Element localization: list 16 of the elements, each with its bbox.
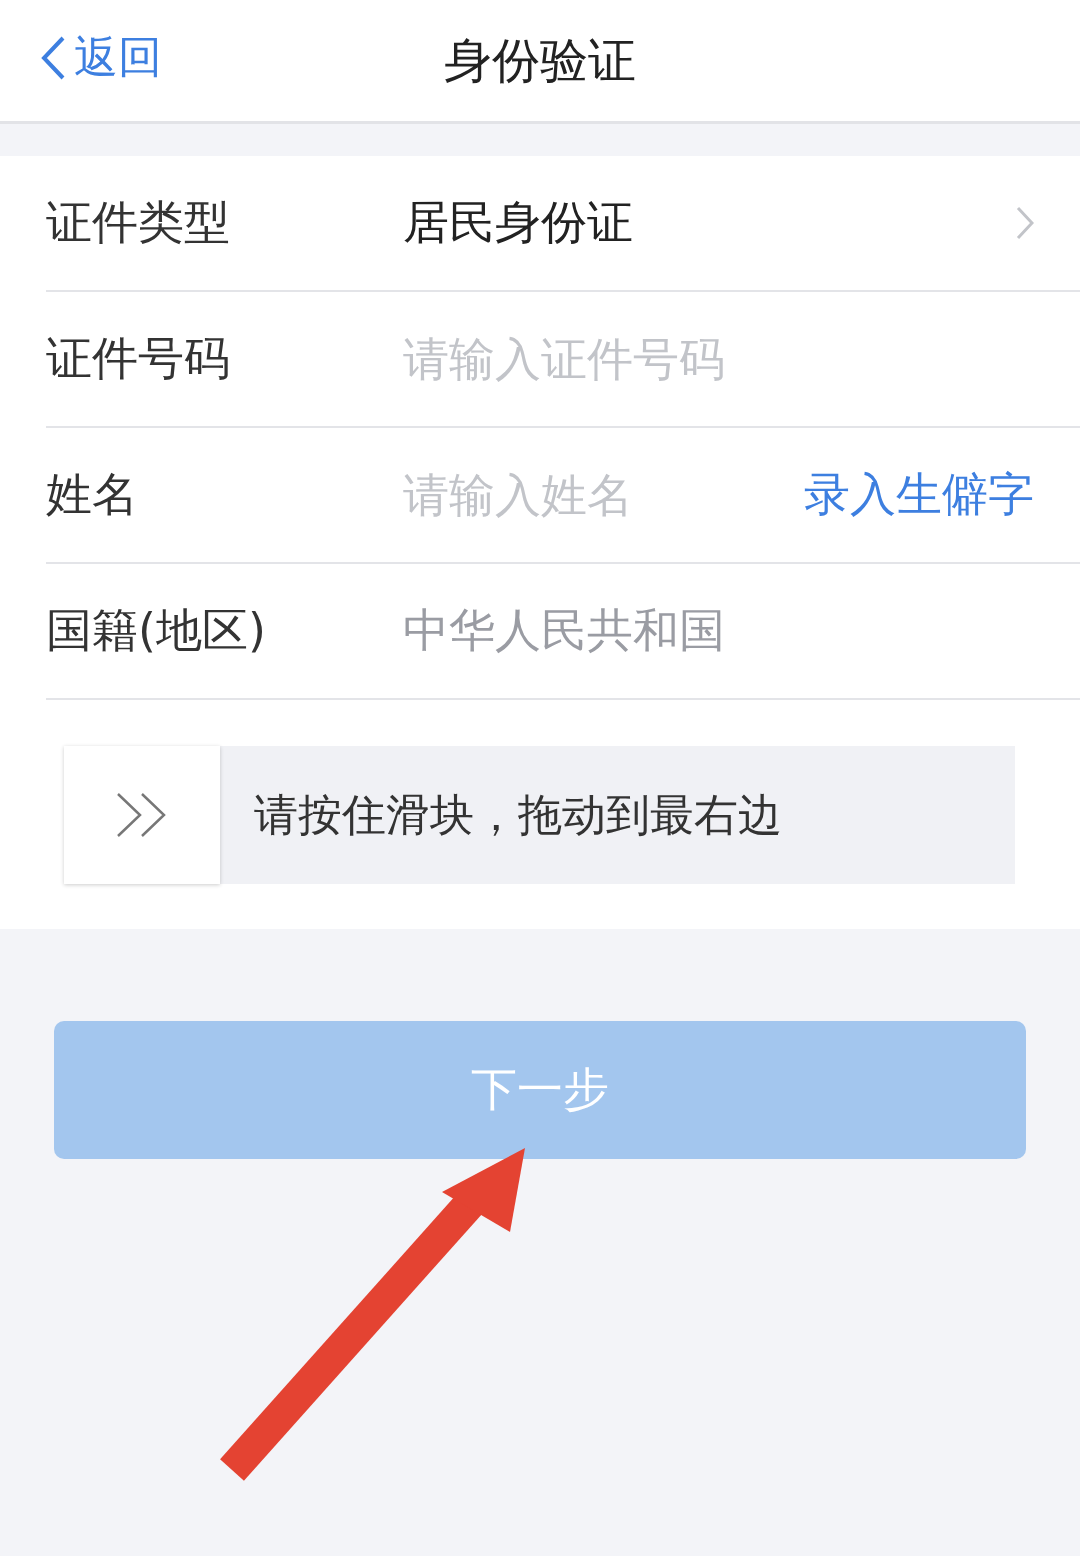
- field-label: 国籍(地区): [46, 602, 267, 659]
- page-title: 身份验证: [444, 30, 636, 90]
- field-label: 证件类型: [46, 194, 231, 251]
- field-label: 证件号码: [46, 330, 231, 387]
- select-value[interactable]: 居民身份证: [403, 192, 1016, 254]
- chevron-right-icon: [1016, 206, 1034, 240]
- input-field[interactable]: 请输入证件号码: [403, 332, 1034, 386]
- chevron-left-icon: [40, 34, 66, 81]
- rare-character-link[interactable]: 录入生僻字: [804, 464, 1034, 526]
- double-chevron-icon: [116, 792, 168, 838]
- slider-hint: 请按住滑块，拖动到最右边: [254, 787, 782, 842]
- field-label: 姓名: [46, 466, 139, 523]
- field-value: 中华人民共和国: [403, 602, 726, 659]
- slider-handle[interactable]: [64, 746, 220, 884]
- input-field[interactable]: 请输入姓名: [403, 468, 804, 522]
- back-button[interactable]: 返回: [40, 28, 162, 87]
